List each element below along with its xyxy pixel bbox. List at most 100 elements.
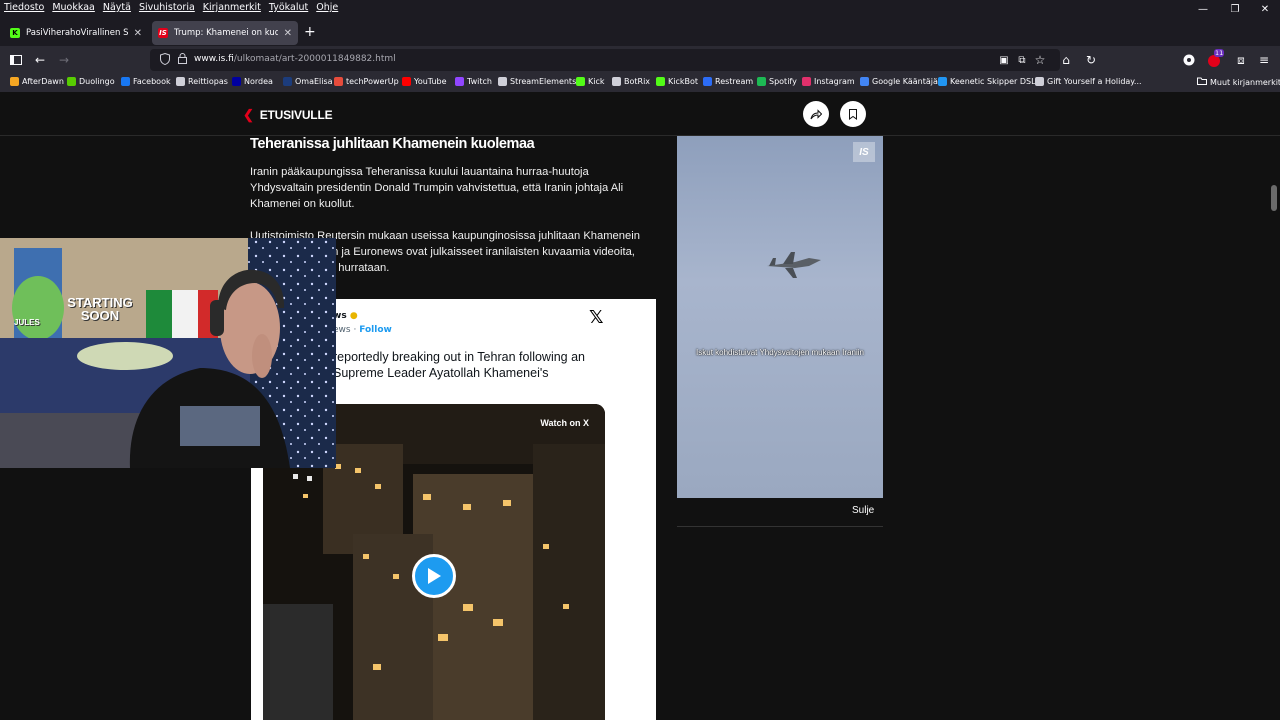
bookmarks-bar: Muut kirjanmerkit AfterDawn Duolingo Faceb… <box>0 74 1280 92</box>
bookmark-favicon-icon <box>176 77 185 86</box>
notification-badge: 11 <box>1214 49 1225 57</box>
menu-bar: Tiedosto Muokkaa Näytä Sivuhistoria Kirjanme… <box>0 0 1280 18</box>
url-text[interactable]: www.is.fi/ulkomaat/art-2000011849882.htm… <box>194 54 396 64</box>
bookmark-spotify[interactable]: Spotify <box>757 77 797 86</box>
menu-item[interactable]: Tiedosto <box>4 2 44 13</box>
tweet-handle: ews · Follow <box>333 325 392 335</box>
bookmark-favicon-icon <box>121 77 130 86</box>
fighter-jet-image <box>767 252 821 278</box>
bookmark-favicon-icon <box>612 77 621 86</box>
is-icon: IS <box>158 28 168 38</box>
bookmark-favicon-icon <box>576 77 585 86</box>
bookmark-omaelisa[interactable]: OmaElisa <box>283 77 333 86</box>
share-icon <box>810 108 822 119</box>
restore-icon[interactable]: ❐ <box>1220 0 1250 18</box>
bookmark-label: Restream <box>715 77 754 86</box>
bookmark-youtube[interactable]: YouTube <box>402 77 447 86</box>
bookmark-kick[interactable]: Kick <box>576 77 605 86</box>
home-icon[interactable]: ⌂ <box>1057 51 1075 69</box>
bookmark-keenetic-skipper-dsl[interactable]: Keenetic Skipper DSL <box>938 77 1036 86</box>
bookmark-label: Nordea <box>244 77 273 86</box>
bookmark-afterdawn[interactable]: AfterDawn <box>10 77 64 86</box>
address-bar[interactable]: www.is.fi/ulkomaat/art-2000011849882.htm… <box>150 49 1060 71</box>
bookmark-favicon-icon <box>67 77 76 86</box>
sidebar-icon[interactable] <box>7 51 25 69</box>
bookmark-favicon-icon <box>232 77 241 86</box>
close-video-button[interactable]: Sulje <box>852 505 874 516</box>
reload-icon[interactable]: ↻ <box>1082 51 1100 69</box>
follow-link[interactable]: Follow <box>359 325 392 335</box>
back-icon[interactable]: ← <box>31 51 49 69</box>
menu-item[interactable]: Sivuhistoria <box>139 2 195 13</box>
bookmark-favicon-icon <box>455 77 464 86</box>
menu-item[interactable]: Näytä <box>103 2 131 13</box>
extensions-icon[interactable]: ⧈ <box>1232 51 1250 69</box>
bookmark-favicon-icon <box>402 77 411 86</box>
webcam-overlay: STARTING SOON JULES <box>0 238 336 468</box>
bookmark-icon <box>849 108 857 120</box>
play-button[interactable] <box>412 554 456 598</box>
browser-window: Tiedosto Muokkaa Näytä Sivuhistoria Kirjanme… <box>0 0 1280 720</box>
close-window-icon[interactable]: ✕ <box>1250 0 1280 18</box>
menu-item[interactable]: Kirjanmerkit <box>203 2 261 13</box>
bookmark-favicon-icon <box>10 77 19 86</box>
tab-article[interactable]: IS Trump: Khamenei on kuollut - IS ✕ <box>152 21 298 45</box>
bookmark-favicon-icon <box>938 77 947 86</box>
share-button[interactable] <box>803 101 829 127</box>
bookmark-label: Gift Yourself a Holiday... <box>1047 77 1142 86</box>
account-icon[interactable] <box>1180 51 1198 69</box>
bookmark-star-icon[interactable]: ☆ <box>1031 51 1049 69</box>
tab-stream[interactable]: K PasiViherahoVirallinen Stream - ✕ <box>4 21 148 45</box>
bookmark-label: Duolingo <box>79 77 115 86</box>
bookmark-label: Google Kääntäjä <box>872 77 938 86</box>
bookmark-restream[interactable]: Restream <box>703 77 753 86</box>
bookmark-label: StreamElements <box>510 77 577 86</box>
bookmark-label: Reittiopas <box>188 77 228 86</box>
bookmark-duolingo[interactable]: Duolingo <box>67 77 115 86</box>
bookmark-reittiopas[interactable]: Reittiopas <box>176 77 228 86</box>
bookmark-botrix[interactable]: BotRix <box>612 77 650 86</box>
pip-icon[interactable]: ⧉ <box>1013 51 1031 69</box>
new-tab-icon[interactable]: + <box>304 24 316 40</box>
bookmark-google-k-nt-j[interactable]: Google Kääntäjä <box>860 77 938 86</box>
bookmark-streamelements[interactable]: StreamElements <box>498 77 576 86</box>
menu-item[interactable]: Työkalut <box>269 2 308 13</box>
bookmark-favicon-icon <box>334 77 343 86</box>
menu-item[interactable]: Ohje <box>316 2 338 13</box>
bookmark-facebook[interactable]: Facebook <box>121 77 171 86</box>
bookmark-gift-yourself-a-holiday[interactable]: Gift Yourself a Holiday... <box>1035 77 1142 86</box>
reader-view-icon[interactable]: ▣ <box>995 51 1013 69</box>
x-logo-icon[interactable]: 𝕏 <box>589 307 604 328</box>
other-bookmarks[interactable]: Muut kirjanmerkit <box>1197 77 1280 87</box>
menu-item[interactable]: Muokkaa <box>52 2 95 13</box>
menu-icon[interactable]: ≡ <box>1255 51 1273 69</box>
back-to-front-page-link[interactable]: ❮ ETUSIVULLE <box>243 107 333 123</box>
shield-icon[interactable] <box>160 52 172 67</box>
bookmark-label: Instagram <box>814 77 855 86</box>
watch-on-x-link[interactable]: Watch on X <box>540 418 589 428</box>
forward-icon[interactable]: → <box>55 51 73 69</box>
close-tab-icon[interactable]: ✕ <box>134 28 142 39</box>
minimize-icon[interactable]: — <box>1188 0 1218 18</box>
bookmark-techpowerup[interactable]: techPowerUp <box>334 77 399 86</box>
bookmark-kickbot[interactable]: KickBot <box>656 77 698 86</box>
article-paragraph: Iranin pääkaupungissa Teheranissa kuului… <box>250 166 624 210</box>
starting-soon-banner: STARTING SOON <box>67 295 133 323</box>
kick-icon: K <box>10 28 20 38</box>
folder-icon <box>1197 77 1207 87</box>
save-article-button[interactable] <box>840 101 866 127</box>
bookmark-instagram[interactable]: Instagram <box>802 77 855 86</box>
tweet-account-name[interactable]: ws ● <box>333 311 358 321</box>
side-video-player[interactable]: IS Iskut kohdistuivat Yhdysvaltojen muka… <box>677 136 883 498</box>
scrollbar-thumb[interactable] <box>1271 185 1277 211</box>
menu-list: Tiedosto Muokkaa Näytä Sivuhistoria Kirjanme… <box>4 2 338 13</box>
extension-badge-icon[interactable]: 11 <box>1206 49 1225 69</box>
back-label: ETUSIVULLE <box>259 108 333 122</box>
close-tab-icon[interactable]: ✕ <box>284 28 292 39</box>
bookmark-nordea[interactable]: Nordea <box>232 77 273 86</box>
bookmark-favicon-icon <box>283 77 292 86</box>
bookmark-favicon-icon <box>656 77 665 86</box>
lock-icon[interactable] <box>178 53 190 67</box>
bookmark-favicon-icon <box>703 77 712 86</box>
bookmark-twitch[interactable]: Twitch <box>455 77 492 86</box>
